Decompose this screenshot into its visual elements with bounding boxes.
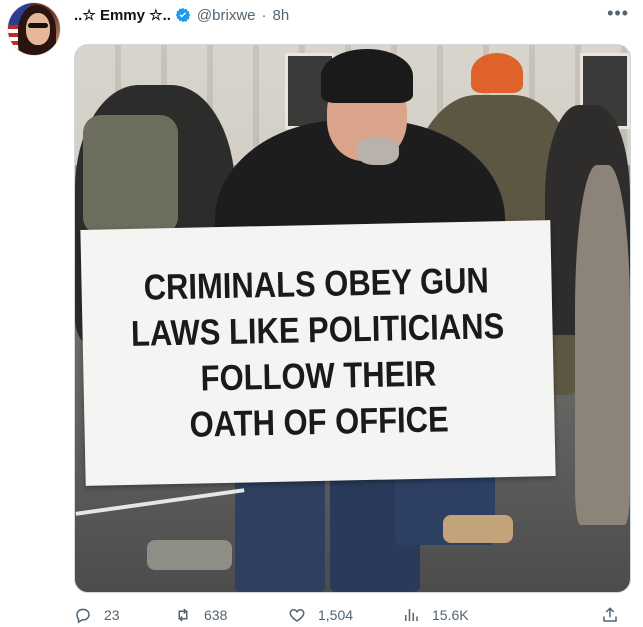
reply-count: 23 (104, 607, 120, 623)
sign-line: LAWS LIKE POLITICIANS (130, 305, 505, 354)
views-button[interactable]: 15.6K (402, 606, 516, 624)
separator-dot: · (261, 6, 267, 24)
tweet-image[interactable]: CRIMINALS OBEY GUN LAWS LIKE POLITICIANS… (74, 44, 631, 593)
retweet-icon (174, 606, 192, 624)
reply-button[interactable]: 23 (74, 606, 174, 624)
protest-sign: CRIMINALS OBEY GUN LAWS LIKE POLITICIANS… (80, 220, 556, 486)
verified-badge-icon (175, 7, 191, 23)
sign-line: CRIMINALS OBEY GUN (143, 259, 490, 308)
tweet-actions: 23 638 1,504 15.6K (74, 606, 629, 624)
views-icon (402, 606, 420, 624)
display-name[interactable]: ..☆ Emmy ☆.. (74, 6, 171, 24)
like-icon (288, 606, 306, 624)
views-count: 15.6K (432, 607, 469, 623)
avatar[interactable] (8, 3, 60, 55)
handle[interactable]: @brixwe (197, 7, 256, 24)
retweet-button[interactable]: 638 (174, 606, 288, 624)
sign-line: OATH OF OFFICE (189, 398, 450, 445)
like-count: 1,504 (318, 607, 354, 623)
tweet-header: ..☆ Emmy ☆.. @brixwe · 8h (74, 6, 290, 25)
like-button[interactable]: 1,504 (288, 606, 402, 624)
reply-icon (74, 606, 92, 624)
retweet-count: 638 (204, 607, 228, 623)
sign-line: FOLLOW THEIR (200, 352, 437, 399)
timestamp[interactable]: 8h (273, 7, 290, 24)
more-icon[interactable]: ••• (607, 3, 629, 24)
share-icon (601, 606, 619, 624)
share-button[interactable] (601, 606, 619, 624)
